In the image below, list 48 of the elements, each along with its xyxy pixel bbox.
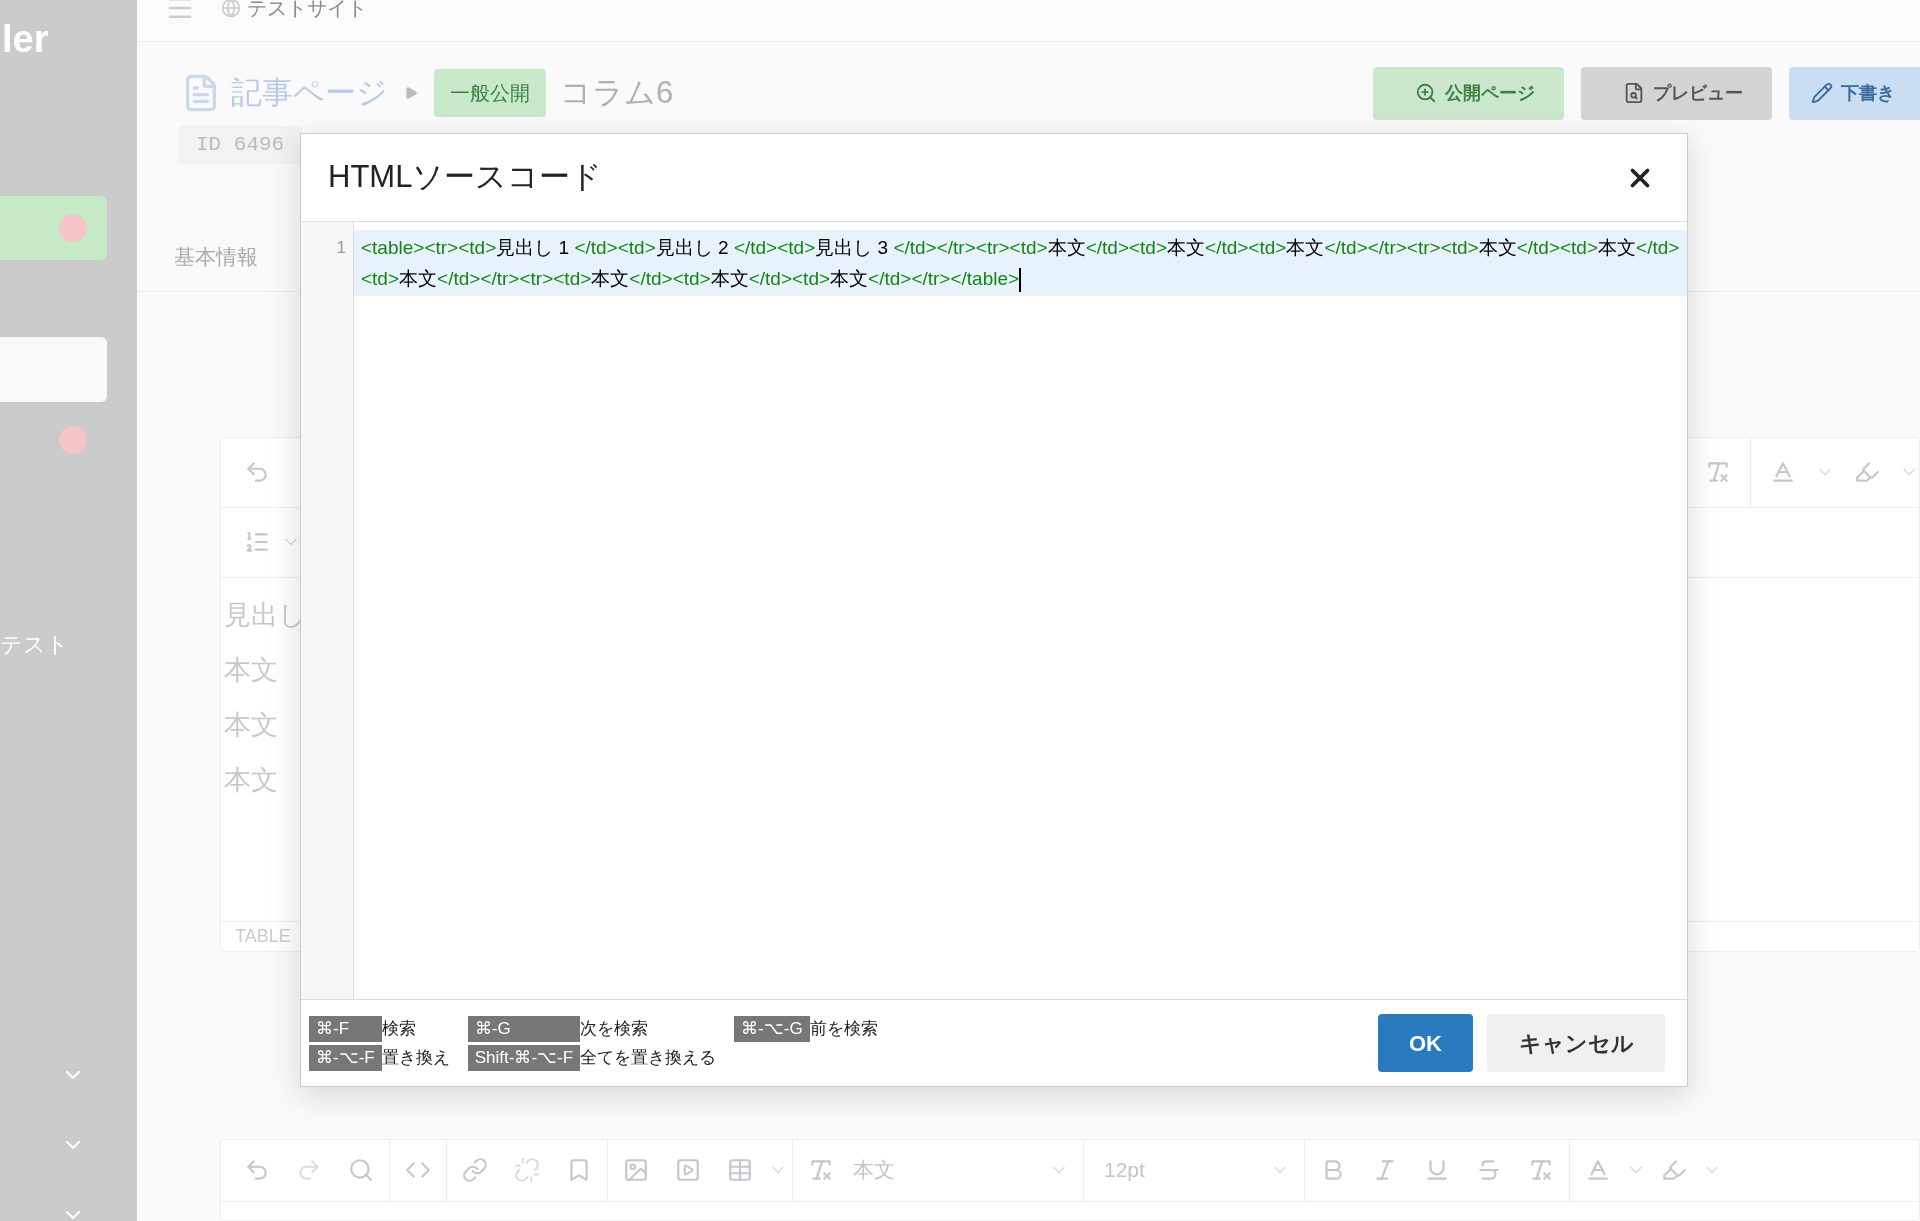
line-number: 1 <box>336 238 346 257</box>
header-button[interactable]: 下書き <box>1789 66 1920 120</box>
video-icon <box>675 1157 701 1183</box>
redo-icon <box>296 1157 322 1183</box>
dialog-button[interactable]: キャンセル <box>1487 1014 1665 1072</box>
underline-icon <box>1424 1157 1450 1183</box>
zoom-in-icon <box>1414 82 1437 104</box>
shortcut-key: ⌘-G <box>467 1015 581 1042</box>
undo-icon <box>244 1157 270 1183</box>
search-icon <box>348 1157 374 1183</box>
table-icon <box>727 1157 753 1183</box>
site-name[interactable]: テストサイト <box>247 0 367 23</box>
globe-icon <box>221 0 241 18</box>
numbered-list-icon <box>244 529 270 555</box>
caret-icon <box>404 86 418 100</box>
section-tab[interactable]: 基本情報 <box>174 241 258 273</box>
shortcut-key: ⌘-F <box>309 1015 382 1042</box>
shortcut-key: Shift-⌘-⌥-F <box>467 1044 581 1071</box>
text-cursor <box>1019 268 1022 292</box>
header-button[interactable]: プレビュー <box>1581 66 1772 120</box>
pencil-icon <box>1811 82 1833 104</box>
unlink-icon <box>514 1157 540 1183</box>
shortcut-label: 前を検索 <box>809 1017 879 1040</box>
shortcut-key: ⌘-⌥-G <box>734 1015 810 1042</box>
page-title: コラム6 <box>560 73 674 112</box>
clear-format-icon <box>1528 1157 1554 1183</box>
highlight-icon <box>1854 459 1880 485</box>
text-color-icon <box>1770 459 1796 485</box>
shortcut-label: 検索 <box>381 1017 417 1040</box>
text-color-icon <box>1585 1157 1611 1183</box>
highlight-icon <box>1661 1157 1687 1183</box>
header-button[interactable]: 公開ページ <box>1373 66 1564 120</box>
strikethrough-icon <box>1476 1157 1502 1183</box>
image-icon <box>623 1157 649 1183</box>
clear-format-icon <box>808 1157 834 1183</box>
shortcut-label: 次を検索 <box>580 1017 650 1040</box>
code-line: <table><tr><td>見出し 1 </td><td>見出し 2 </td><td>見出し 3 </td></tr><tr><td>本文</td><td>本文</td><td>本文</td></tr><tr><td>本文</td><td>本文</td><td>本文</td></tr><tr><td>本文</td><td>本文</td><td>本文</td></tr></table> <box>361 232 1680 294</box>
shortcut-label: 全てを置き換える <box>580 1046 718 1069</box>
clear-format-icon <box>1705 459 1731 485</box>
shortcut-label: 置き換え <box>381 1046 451 1069</box>
undo-icon <box>244 459 270 485</box>
sidebar-item[interactable] <box>0 196 107 260</box>
dialog-button[interactable]: OK <box>1378 1014 1473 1072</box>
link-icon <box>462 1157 488 1183</box>
status-badge: 一般公開 <box>434 69 546 117</box>
dialog-title: HTMLソースコード <box>328 158 603 197</box>
shortcut-key: ⌘-⌥-F <box>309 1044 382 1071</box>
code-editor[interactable]: 1 <table><tr><td>見出し 1 </td><td>見出し 2 </td><td>見出し 3 </td></tr><tr><td>本文</td><td>本文</td><td>本文</td></tr><tr><td>本文</td><td>本文</td><td>本文</td></tr><tr><td>本文</td><td>本文</td><td>本文</td></tr></table> <box>301 222 1687 999</box>
